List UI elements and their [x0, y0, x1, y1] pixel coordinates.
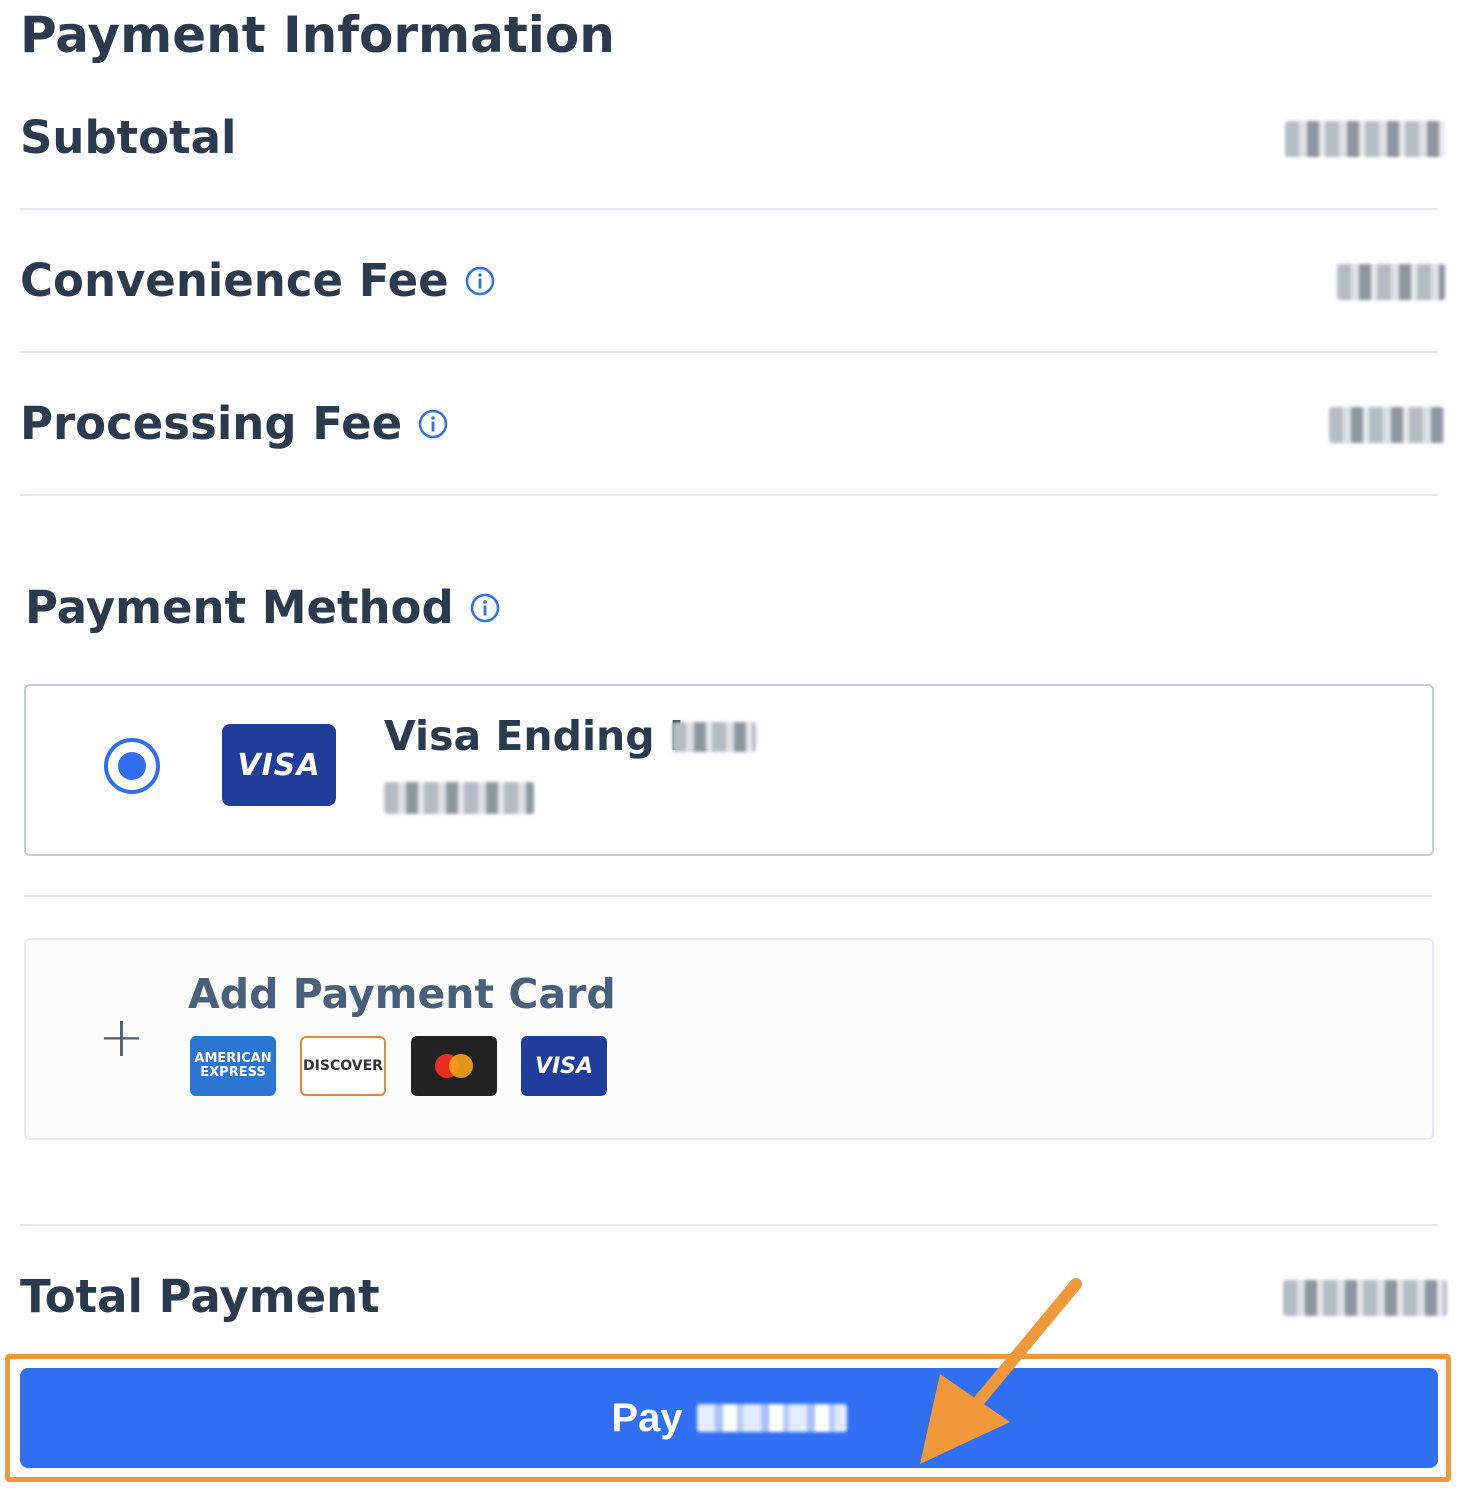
saved-card-label-text: Visa Ending In — [384, 712, 714, 760]
divider — [20, 1224, 1438, 1226]
card-expiry-redacted — [384, 782, 534, 814]
mastercard-logo — [411, 1036, 497, 1096]
card-last-four-redacted — [672, 722, 756, 752]
plus-icon: + — [98, 1005, 145, 1070]
pay-amount-redacted — [696, 1404, 847, 1432]
pay-button[interactable]: Pay — [20, 1368, 1438, 1468]
add-payment-card-label: Add Payment Card — [188, 970, 616, 1018]
total-payment-value-redacted — [1283, 1280, 1447, 1316]
divider — [20, 351, 1438, 353]
amex-logo-text: AMERICAN EXPRESS — [194, 1051, 272, 1080]
amex-logo: AMERICAN EXPRESS — [190, 1036, 276, 1096]
pay-button-label: Pay — [611, 1395, 683, 1440]
processing-fee-row: Processing Fee — [20, 396, 448, 452]
convenience-fee-row: Convenience Fee — [20, 253, 495, 309]
radio-selected-dot — [118, 752, 146, 780]
payment-method-heading: Payment Method — [25, 580, 500, 636]
processing-fee-value-redacted — [1329, 407, 1445, 443]
subtotal-row: Subtotal — [20, 110, 236, 166]
discover-logo-text: DISCOVER — [303, 1058, 383, 1074]
saved-card-label: Visa Ending In — [384, 708, 713, 764]
divider — [20, 494, 1438, 496]
divider — [24, 895, 1432, 897]
discover-logo: DISCOVER — [300, 1036, 386, 1096]
arrow-annotation — [920, 1278, 1082, 1464]
convenience-fee-value-redacted — [1337, 264, 1445, 300]
convenience-fee-label: Convenience Fee — [20, 254, 449, 307]
info-icon[interactable] — [465, 266, 495, 296]
visa-logo: VISA — [222, 724, 336, 806]
subtotal-value-redacted — [1285, 121, 1445, 157]
visa-logo: VISA — [521, 1036, 607, 1096]
processing-fee-label: Processing Fee — [20, 397, 403, 450]
mastercard-icon — [435, 1054, 473, 1078]
payment-method-label: Payment Method — [25, 581, 454, 634]
info-icon[interactable] — [470, 593, 500, 623]
divider — [20, 208, 1438, 210]
page-title: Payment Information — [20, 6, 615, 64]
total-payment-label: Total Payment — [20, 1270, 380, 1323]
info-icon[interactable] — [418, 409, 448, 439]
subtotal-label: Subtotal — [20, 111, 237, 164]
